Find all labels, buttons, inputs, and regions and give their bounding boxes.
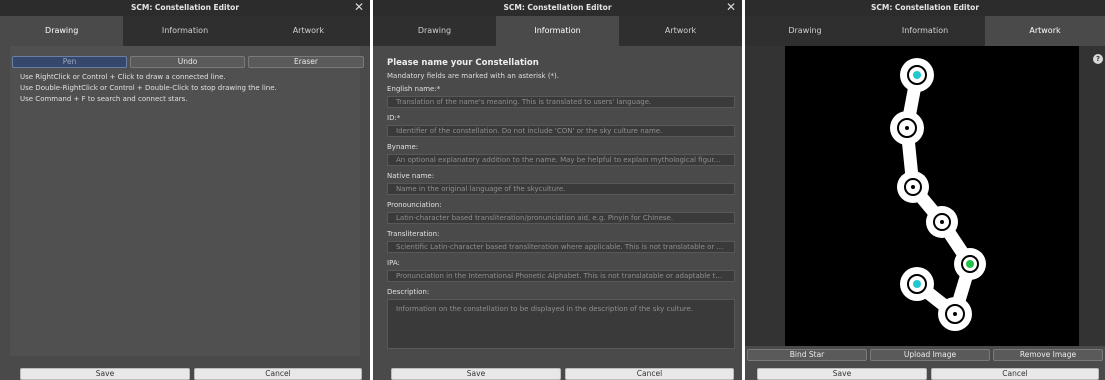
star-dot-2[interactable] <box>905 126 909 130</box>
save-button[interactable]: Save <box>20 368 190 380</box>
description-label: Description: <box>387 288 430 296</box>
constellation-artwork <box>890 58 986 331</box>
artwork-image-view[interactable] <box>785 46 1079 346</box>
tab-information[interactable]: Information <box>496 16 619 46</box>
bind-star-button[interactable]: Bind Star <box>747 349 867 361</box>
tab-bar: Drawing Information Artwork <box>373 16 742 46</box>
cancel-button[interactable]: Cancel <box>194 368 362 380</box>
id-input[interactable]: Identifier of the constellation. Do not … <box>387 125 735 137</box>
bound-star-6[interactable] <box>913 280 921 288</box>
tab-drawing[interactable]: Drawing <box>373 16 496 46</box>
tab-drawing[interactable]: Drawing <box>745 16 865 46</box>
artwork-editor-window: SCM: Constellation Editor Drawing Inform… <box>745 0 1105 380</box>
window-titlebar: SCM: Constellation Editor ✕ <box>373 0 742 16</box>
native-name-label: Native name: <box>387 172 435 180</box>
id-label: ID:* <box>387 114 401 122</box>
tab-artwork[interactable]: Artwork <box>985 16 1105 46</box>
tab-information[interactable]: Information <box>123 16 246 46</box>
save-button[interactable]: Save <box>757 368 927 380</box>
close-icon[interactable]: ✕ <box>354 0 364 15</box>
tab-artwork[interactable]: Artwork <box>619 16 742 46</box>
tab-artwork[interactable]: Artwork <box>247 16 370 46</box>
english-name-input[interactable]: Translation of the name's meaning. This … <box>387 96 735 108</box>
bound-star-5[interactable] <box>966 260 974 268</box>
close-icon[interactable]: ✕ <box>726 0 736 15</box>
hint-draw-line: Use RightClick or Control + Click to dra… <box>20 73 226 81</box>
cancel-button[interactable]: Cancel <box>931 368 1099 380</box>
bound-star-1[interactable] <box>913 71 921 79</box>
tab-drawing[interactable]: Drawing <box>0 16 124 46</box>
help-icon[interactable]: ? <box>1093 54 1103 64</box>
pen-button[interactable]: Pen <box>12 56 127 68</box>
ipa-input[interactable]: Pronunciation in the International Phone… <box>387 270 735 282</box>
pronounciation-label: Pronounciation: <box>387 201 442 209</box>
information-editor-window: SCM: Constellation Editor ✕ Drawing Info… <box>373 0 742 380</box>
mandatory-note: Mandatory fields are marked with an aste… <box>387 72 560 80</box>
byname-input[interactable]: An optional explanatory addition to the … <box>387 154 735 166</box>
upload-image-button[interactable]: Upload Image <box>870 349 990 361</box>
window-title: SCM: Constellation Editor <box>503 3 612 12</box>
eraser-button[interactable]: Eraser <box>248 56 364 68</box>
save-button[interactable]: Save <box>391 368 561 380</box>
form-heading: Please name your Constellation <box>387 58 539 68</box>
drawing-content-area <box>10 46 360 356</box>
pronounciation-input[interactable]: Latin-character based transliteration/pr… <box>387 212 735 224</box>
undo-button[interactable]: Undo <box>130 56 245 68</box>
native-name-input[interactable]: Name in the original language of the sky… <box>387 183 735 195</box>
transliteration-label: Transliteration: <box>387 230 440 238</box>
artwork-canvas-area: ? <box>745 46 1105 346</box>
hint-search-stars: Use Command + F to search and connect st… <box>20 95 188 103</box>
star-dot-7[interactable] <box>953 312 957 316</box>
window-titlebar: SCM: Constellation Editor <box>745 0 1105 16</box>
transliteration-input[interactable]: Scientific Latin-character based transli… <box>387 241 735 253</box>
tab-bar: Drawing Information Artwork <box>745 16 1105 46</box>
byname-label: Byname: <box>387 143 419 151</box>
star-dot-4[interactable] <box>940 220 944 224</box>
tab-information[interactable]: Information <box>865 16 985 46</box>
window-title: SCM: Constellation Editor <box>870 3 980 12</box>
tab-bar: Drawing Information Artwork <box>0 16 370 46</box>
cancel-button[interactable]: Cancel <box>565 368 734 380</box>
ipa-label: IPA: <box>387 259 400 267</box>
description-textarea[interactable]: Information on the constellation to be d… <box>387 299 735 349</box>
window-titlebar: SCM: Constellation Editor ✕ <box>0 0 370 16</box>
remove-image-button[interactable]: Remove Image <box>993 349 1103 361</box>
hint-stop-line: Use Double-RightClick or Control + Doubl… <box>20 84 277 92</box>
english-name-label: English name:* <box>387 85 441 93</box>
drawing-editor-window: SCM: Constellation Editor ✕ Drawing Info… <box>0 0 370 380</box>
window-title: SCM: Constellation Editor <box>130 3 240 12</box>
star-dot-3[interactable] <box>911 185 915 189</box>
